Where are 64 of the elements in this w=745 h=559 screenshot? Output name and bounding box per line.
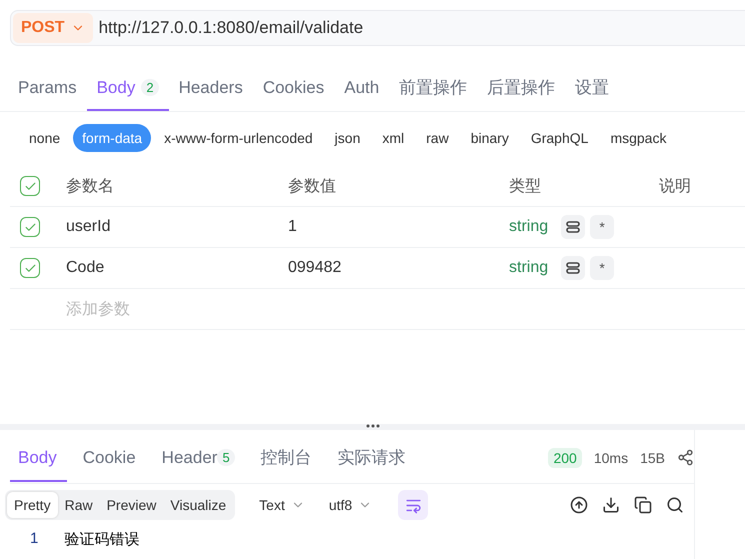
request-tab[interactable]: Cookies bbox=[252, 76, 334, 111]
line-number: 1 bbox=[30, 530, 38, 549]
request-tab[interactable]: Auth bbox=[334, 76, 390, 111]
request-tab[interactable]: Body 2 bbox=[86, 76, 169, 111]
check-icon bbox=[24, 180, 36, 192]
body-type-option[interactable]: x-www-form-urlencoded bbox=[155, 124, 322, 152]
table-cell-text: Code bbox=[66, 259, 106, 277]
url-bar[interactable]: POST http://127.0.0.1:8080/email/validate bbox=[10, 10, 745, 46]
view-option[interactable]: Preview bbox=[100, 492, 164, 518]
status-code: 200 bbox=[548, 448, 582, 468]
response-tab[interactable]: Body bbox=[10, 442, 67, 482]
body-type-option[interactable]: GraphQL bbox=[522, 124, 598, 152]
response-tab[interactable]: Header 5 bbox=[154, 442, 245, 482]
body-type-option[interactable]: binary bbox=[462, 124, 518, 152]
toggle-chip[interactable] bbox=[561, 215, 586, 239]
checkbox[interactable] bbox=[20, 217, 40, 237]
view-option[interactable]: Visualize bbox=[163, 492, 234, 518]
response-text: 验证码错误 bbox=[64, 530, 140, 549]
format-dropdown[interactable]: Text bbox=[259, 497, 305, 513]
table-cell-text: 1 bbox=[288, 218, 298, 236]
view-option[interactable]: Raw bbox=[58, 492, 100, 518]
body-type-option[interactable]: none bbox=[20, 124, 70, 152]
copy-icon[interactable] bbox=[634, 496, 652, 514]
table-cell-text: userId bbox=[66, 218, 112, 236]
checkbox[interactable] bbox=[20, 176, 40, 196]
type-label[interactable]: string bbox=[509, 259, 548, 277]
request-tab[interactable]: 前置操作 bbox=[389, 76, 478, 111]
search-icon[interactable] bbox=[666, 496, 684, 514]
required-toggle[interactable]: * bbox=[590, 256, 614, 280]
request-tab[interactable]: Headers bbox=[168, 76, 253, 111]
toggle-chip[interactable] bbox=[561, 256, 586, 280]
column-header: 说明 bbox=[659, 176, 692, 196]
type-label[interactable]: string bbox=[509, 218, 548, 236]
wrap-button[interactable] bbox=[398, 490, 428, 520]
request-tab[interactable]: Params bbox=[8, 76, 87, 111]
body-type-option[interactable]: json bbox=[326, 124, 370, 152]
drag-handle-icon[interactable] bbox=[366, 424, 380, 428]
url-field[interactable]: http://127.0.0.1:8080/email/validate bbox=[98, 18, 745, 38]
response-tab[interactable]: 实际请求 bbox=[330, 440, 416, 483]
body-type-option[interactable]: xml bbox=[373, 124, 414, 152]
resize-handle[interactable] bbox=[0, 424, 745, 430]
response-time: 10ms bbox=[594, 450, 628, 466]
count-badge: 2 bbox=[141, 79, 159, 96]
encoding-dropdown[interactable]: utf8 bbox=[328, 497, 372, 513]
response-tab[interactable]: Cookie bbox=[74, 442, 146, 482]
response-size: 15B bbox=[640, 450, 665, 466]
count-badge: 5 bbox=[217, 449, 235, 466]
checkbox[interactable] bbox=[20, 258, 40, 278]
required-toggle[interactable]: * bbox=[590, 215, 614, 239]
share-icon[interactable] bbox=[677, 449, 694, 466]
request-tab[interactable]: 后置操作 bbox=[477, 76, 566, 111]
column-header: 类型 bbox=[509, 176, 542, 196]
column-header: 参数值 bbox=[288, 176, 337, 196]
request-tab[interactable]: 设置 bbox=[565, 76, 620, 111]
upload-icon[interactable] bbox=[570, 496, 588, 514]
check-icon bbox=[24, 262, 36, 274]
column-header: 参数名 bbox=[66, 176, 115, 196]
body-type-option[interactable]: msgpack bbox=[601, 124, 676, 152]
table-cell-text: 099482 bbox=[288, 259, 342, 277]
check-icon bbox=[24, 220, 36, 234]
download-icon[interactable] bbox=[602, 496, 620, 514]
view-option[interactable]: Pretty bbox=[7, 492, 58, 518]
response-tab[interactable]: 控制台 bbox=[252, 440, 322, 483]
body-type-option[interactable]: raw bbox=[417, 124, 458, 152]
